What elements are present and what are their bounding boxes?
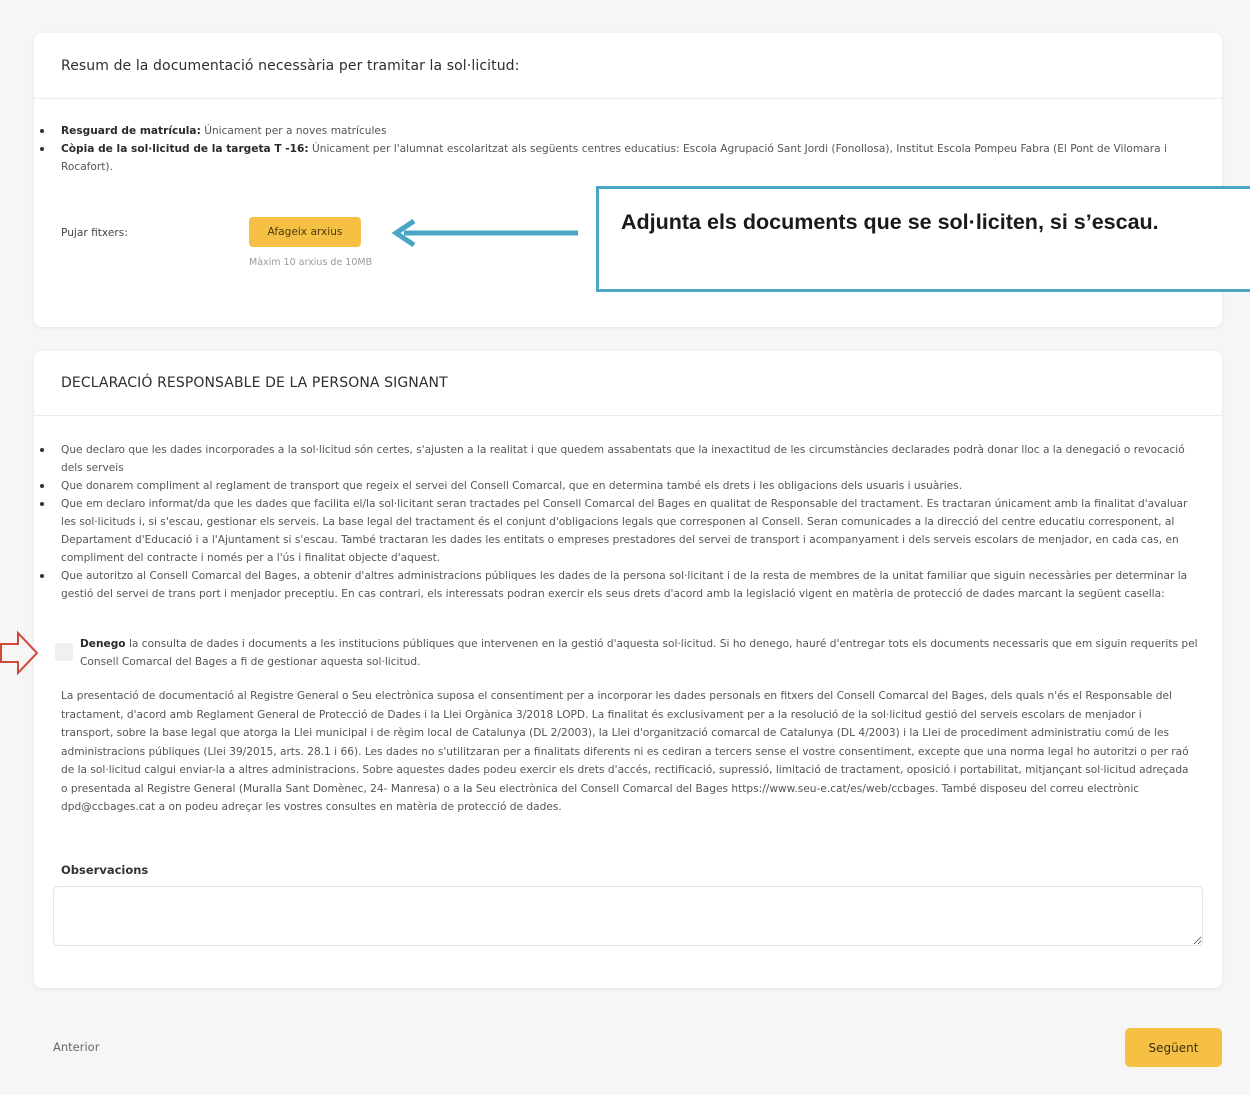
deny-consent-checkbox[interactable] — [55, 643, 73, 661]
deny-label-text: la consulta de dades i documents a les i… — [80, 638, 1198, 668]
list-item: Còpia de la sol·licitud de la targeta T … — [40, 140, 1198, 176]
add-files-button[interactable]: Afageix arxius — [249, 217, 361, 247]
list-item: Que donarem compliment al reglament de t… — [40, 477, 1198, 495]
documents-card-title: Resum de la documentació necessària per … — [61, 57, 520, 74]
legal-notice: La presentació de documentació al Regist… — [61, 690, 1189, 813]
upload-label: Pujar fitxers: — [61, 227, 128, 239]
list-item: Que declaro que les dades incorporades a… — [40, 441, 1198, 477]
upload-hint: Màxim 10 arxius de 10MB — [249, 257, 373, 268]
item-label: Còpia de la sol·licitud de la targeta T … — [61, 143, 309, 155]
documents-list: Resguard de matrícula: Únicament per a n… — [34, 122, 1222, 176]
next-button[interactable]: Següent — [1125, 1028, 1222, 1067]
arrow-left-icon — [391, 218, 578, 248]
list-item: Que em declaro informat/da que les dades… — [40, 495, 1198, 567]
declaration-list: Que declaro que les dades incorporades a… — [34, 441, 1222, 603]
documents-card-header: Resum de la documentació necessària per … — [34, 33, 1222, 99]
list-item: Resguard de matrícula: Únicament per a n… — [40, 122, 1198, 140]
item-text: Únicament per a noves matrícules — [200, 125, 387, 137]
deny-label-bold: Denego — [80, 638, 126, 650]
previous-link[interactable]: Anterior — [53, 1040, 99, 1054]
item-label: Resguard de matrícula: — [61, 125, 201, 137]
observations-label: Observacions — [61, 863, 149, 877]
callout-text: Adjunta els documents que se sol·liciten… — [621, 210, 1159, 234]
declaration-card-header: DECLARACIÓ RESPONSABLE DE LA PERSONA SIG… — [34, 351, 1222, 416]
declaration-card-title: DECLARACIÓ RESPONSABLE DE LA PERSONA SIG… — [61, 375, 448, 391]
deny-consent-label: Denego la consulta de dades i documents … — [80, 635, 1205, 671]
declaration-card: DECLARACIÓ RESPONSABLE DE LA PERSONA SIG… — [34, 351, 1222, 988]
observations-field[interactable] — [53, 886, 1203, 946]
annotation-callout: Adjunta els documents que se sol·liciten… — [596, 186, 1250, 292]
arrow-right-icon — [0, 630, 39, 676]
list-item: Que autoritzo al Consell Comarcal del Ba… — [40, 567, 1198, 603]
